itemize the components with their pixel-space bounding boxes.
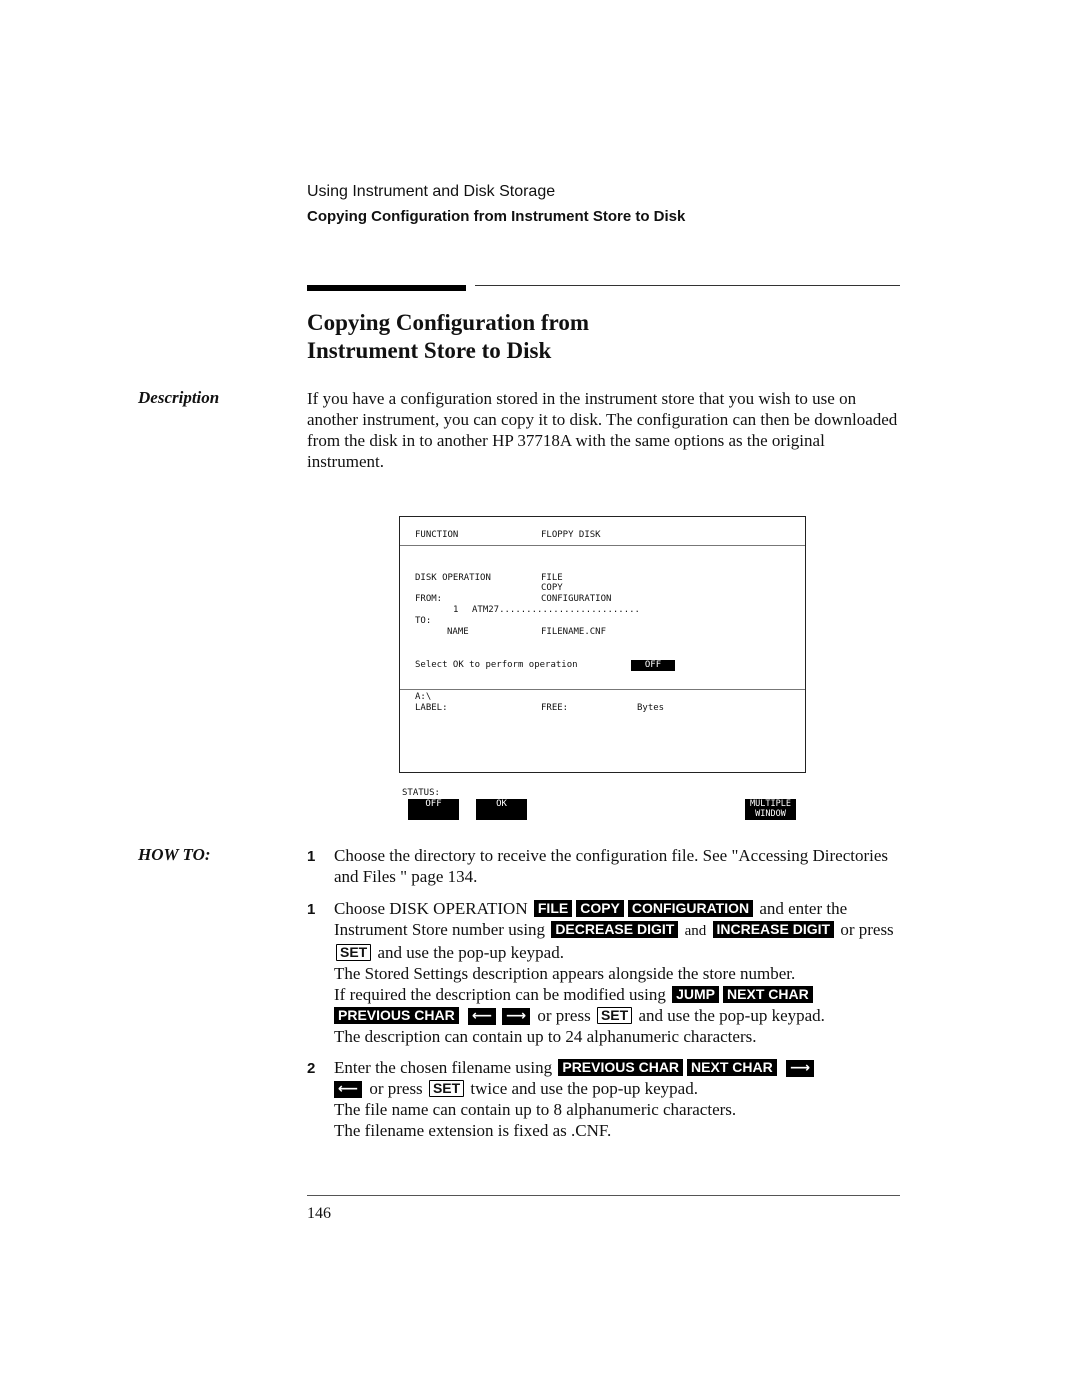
disk-operation-file[interactable]: FILE — [541, 573, 563, 584]
drive-path: A:\ — [415, 692, 432, 702]
step-number: 2 — [307, 1060, 316, 1077]
step-text: The file name can contain up to 8 alphan… — [334, 1100, 737, 1119]
disk-operation-configuration[interactable]: CONFIGURATION — [541, 594, 611, 605]
key-increase-digit: INCREASE DIGIT — [712, 921, 835, 938]
page-title-line2: Instrument Store to Disk — [307, 338, 552, 363]
softkey-ok-label: OK — [496, 799, 507, 809]
step-text: The description can contain up to 24 alp… — [334, 1027, 757, 1046]
screen-divider-top — [400, 545, 805, 546]
step-line: PREVIOUS CHAR ⟵ ⟶ or press SET and use th… — [334, 1005, 907, 1026]
arrow-right-icon: ⟶ — [785, 1060, 815, 1077]
step-text: twice and use the pop-up keypad. — [470, 1079, 698, 1098]
key-previous-char: PREVIOUS CHAR — [558, 1059, 684, 1076]
title-rule-thin — [475, 285, 900, 286]
step-text: or press — [840, 920, 894, 939]
key-file: FILE — [533, 900, 573, 917]
key-next-char: NEXT CHAR — [723, 986, 813, 1003]
howto-step: 1 Choose DISK OPERATION FILE COPY CONFIGUR… — [307, 898, 907, 1047]
title-rule-thick — [307, 285, 466, 291]
key-previous-char: PREVIOUS CHAR — [334, 1007, 459, 1024]
name-value[interactable]: FILENAME.CNF — [541, 627, 606, 638]
step-text: Enter the chosen filename using — [334, 1058, 553, 1077]
softkey-off-label: OFF — [425, 799, 442, 809]
description-text: If you have a configuration stored in th… — [307, 389, 898, 471]
function-label: FUNCTION — [415, 530, 459, 540]
howto-step: 1 Choose the directory to receive the co… — [307, 845, 907, 887]
running-header-chapter: Using Instrument and Disk Storage — [307, 183, 556, 200]
from-label: FROM: — [415, 594, 443, 604]
softkey-window-label: WINDOW — [755, 809, 786, 819]
disk-operation-label: DISK OPERATION — [415, 573, 491, 583]
step-line: If required the description can be modif… — [334, 984, 907, 1005]
function-value: FLOPPY DISK — [541, 530, 601, 540]
step-text: The filename extension is fixed as .CNF. — [334, 1121, 612, 1140]
free-label: FREE: — [541, 703, 569, 713]
step-number: 1 — [307, 901, 316, 918]
key-next-char: NEXT CHAR — [687, 1059, 777, 1076]
step-text: The Stored Settings description appears … — [334, 964, 796, 983]
step-line: Enter the chosen filename using PREVIOUS… — [334, 1057, 907, 1078]
key-copy: COPY — [576, 900, 624, 917]
instrument-screen: FUNCTION FLOPPY DISK DISK OPERATION FILE… — [399, 516, 806, 773]
page-title-line1: Copying Configuration from — [307, 310, 589, 335]
running-header-section: Copying Configuration from Instrument St… — [307, 208, 686, 225]
howto-step: 2 Enter the chosen filename using PREVIO… — [307, 1057, 907, 1141]
step-text: or press — [369, 1079, 423, 1098]
step-number: 1 — [307, 848, 316, 865]
footer-rule — [307, 1195, 900, 1196]
howto-label: HOW TO: — [138, 845, 211, 864]
key-configuration: CONFIGURATION — [627, 900, 754, 917]
arrow-left-icon: ⟵ — [467, 1008, 497, 1025]
step-line: ⟵ or press SET twice and use the pop-up … — [334, 1078, 907, 1099]
description-label: Description — [138, 388, 220, 407]
page-title: Copying Configuration from Instrument St… — [307, 309, 589, 365]
softkey-off[interactable]: OFF — [408, 799, 459, 820]
step-text: or press — [537, 1006, 591, 1025]
step-text: Choose the directory to receive the conf… — [334, 846, 889, 886]
perform-prompt: Select OK to perform operation — [415, 660, 578, 670]
perform-value[interactable]: OFF — [631, 660, 675, 671]
bytes-label: Bytes — [637, 703, 665, 713]
step-body: Enter the chosen filename using PREVIOUS… — [334, 1057, 907, 1141]
softkey-multiple-label: MULTIPLE — [750, 799, 791, 809]
hard-key-set: SET — [428, 1080, 465, 1097]
page-number: 146 — [307, 1205, 331, 1222]
arrow-right-icon: ⟶ — [502, 1008, 531, 1025]
status-label: STATUS: — [402, 788, 440, 798]
step-text: If required the description can be modif… — [334, 985, 666, 1004]
disk-operation-copy[interactable]: COPY — [541, 583, 563, 594]
step-text: and use the pop-up keypad. — [638, 1006, 825, 1025]
step-text: Choose DISK OPERATION — [334, 899, 528, 918]
softkey-multiple-window[interactable]: MULTIPLE WINDOW — [745, 799, 796, 820]
from-store-number[interactable]: 1 — [453, 605, 458, 616]
to-label: TO: — [415, 616, 432, 626]
key-jump: JUMP — [672, 986, 720, 1003]
name-label: NAME — [447, 627, 469, 637]
key-decrease-digit: DECREASE DIGIT — [551, 921, 679, 938]
disk-label-label: LABEL: — [415, 703, 448, 713]
softkey-ok[interactable]: OK — [476, 799, 527, 820]
arrow-left-icon: ⟵ — [334, 1081, 363, 1098]
step-text: and use the pop-up keypad. — [377, 943, 564, 962]
step-body: Choose DISK OPERATION FILE COPY CONFIGURAT… — [334, 898, 907, 1047]
step-text: and — [684, 923, 707, 939]
hard-key-set: SET — [336, 944, 372, 961]
screen-divider-bottom — [400, 689, 805, 690]
from-store-name[interactable]: ATM27.......................... — [472, 605, 640, 616]
hard-key-set: SET — [596, 1007, 633, 1024]
